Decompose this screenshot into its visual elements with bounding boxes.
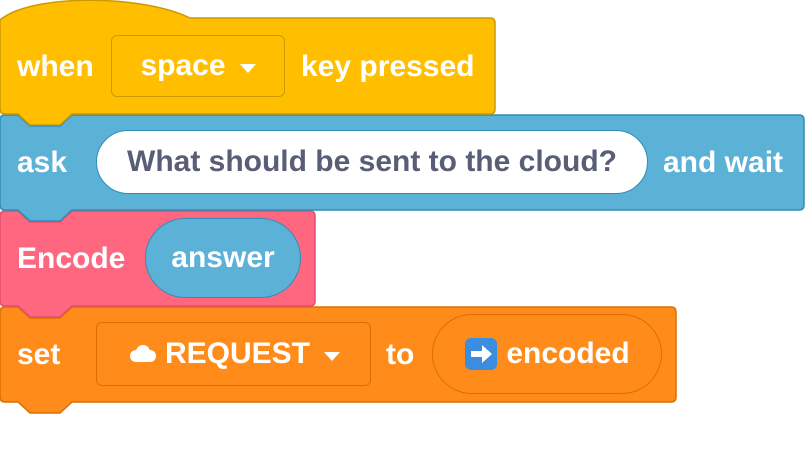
script-stack[interactable]: when space key pressed ask What should b…: [0, 0, 805, 473]
cloud-icon: [129, 345, 156, 362]
encode-label: Encode: [17, 242, 126, 275]
answer-reporter[interactable]: answer: [145, 218, 301, 298]
and-wait-label: and wait: [663, 146, 784, 179]
variable-dropdown-value: REQUEST: [164, 337, 311, 370]
value-reporter-label: encoded: [506, 337, 630, 370]
when-label: when: [17, 50, 94, 83]
chevron-down-icon: [239, 63, 256, 73]
ask-label: ask: [17, 146, 68, 179]
right-arrow-emoji-icon: [465, 338, 498, 370]
chevron-down-icon: [324, 351, 341, 361]
question-text: What should be sent to the cloud?: [127, 145, 617, 178]
value-reporter[interactable]: encoded: [432, 314, 662, 394]
set-label: set: [17, 338, 61, 371]
key-pressed-label: key pressed: [301, 50, 475, 83]
variable-dropdown[interactable]: REQUEST: [96, 322, 371, 386]
answer-reporter-label: answer: [171, 241, 275, 274]
question-input[interactable]: What should be sent to the cloud?: [96, 130, 648, 194]
key-dropdown[interactable]: space: [111, 35, 285, 97]
key-dropdown-value: space: [140, 49, 226, 82]
to-label: to: [386, 338, 415, 371]
